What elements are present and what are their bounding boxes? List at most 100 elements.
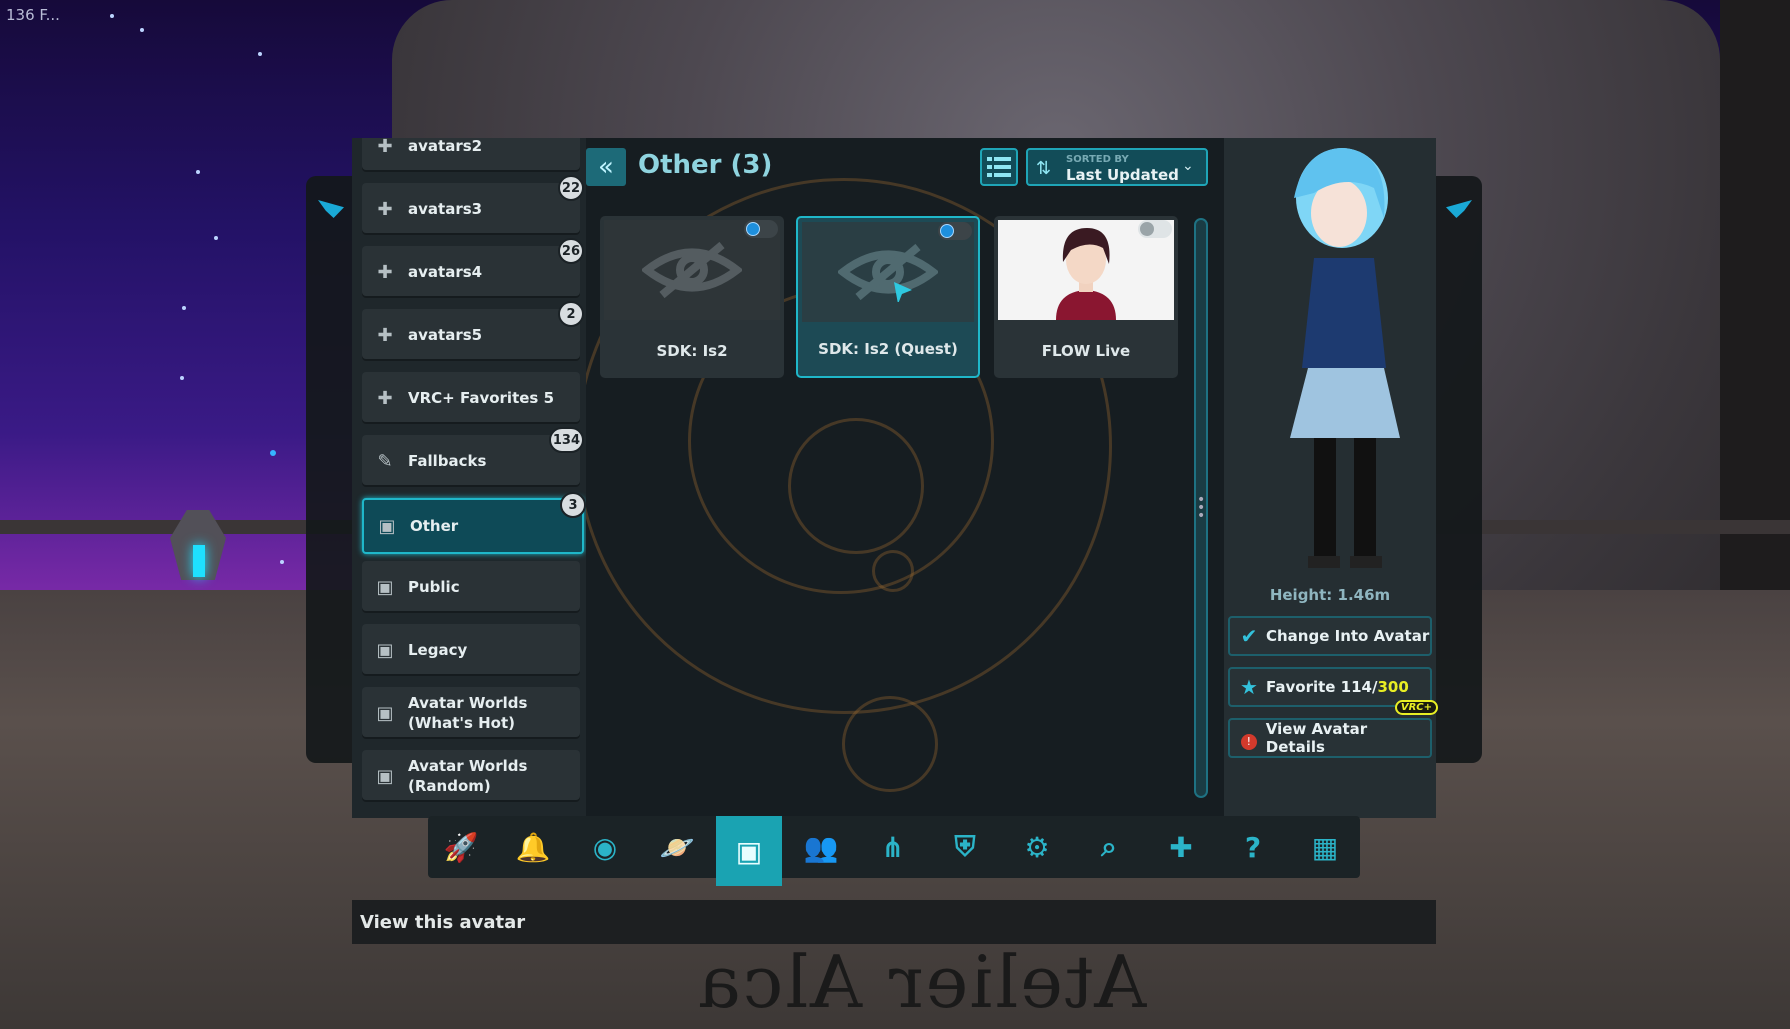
chat-plus-icon: ✚: [377, 198, 393, 220]
change-into-avatar-label: Change Into Avatar: [1266, 627, 1430, 645]
star: [280, 560, 284, 564]
social-icon: 👥: [803, 830, 839, 864]
world-logo: Atelier Alca: [696, 940, 1147, 1024]
gallery-icon: ▦: [1311, 830, 1339, 864]
nav-button[interactable]: 🔔: [500, 816, 566, 878]
star: [196, 170, 200, 174]
search-icon: ⌕: [1101, 830, 1117, 863]
sidebar-item-label: Avatar Worlds: [408, 757, 528, 775]
star: [140, 28, 144, 32]
sort-dropdown[interactable]: ⇅ SORTED BY Last Updated ⌄: [1026, 148, 1208, 186]
help-icon: ?: [1244, 830, 1262, 864]
star: [270, 450, 276, 456]
bell-icon: 🔔: [515, 830, 551, 864]
sidebar-item-label: Public: [408, 578, 460, 596]
nav-button[interactable]: ▣: [716, 816, 782, 886]
avatar-height: Height: 1.46m: [1269, 586, 1391, 604]
decorative-circle: [842, 696, 938, 792]
sidebar-item-label: avatars3: [408, 200, 483, 218]
decorative-circle: [788, 418, 924, 554]
sort-icon: ⇅: [1036, 158, 1052, 179]
chat-plus-icon: ✚: [377, 261, 393, 283]
safety-shield-icon: ⛨: [954, 830, 976, 863]
feather-icon: ✎: [377, 450, 393, 472]
star: [180, 376, 184, 380]
nav-button[interactable]: 🚀: [428, 816, 494, 878]
toggle[interactable]: [1138, 220, 1172, 238]
chat-plus-icon: ✚: [377, 324, 393, 346]
card-label: SDK: Is2 (Quest): [818, 340, 958, 358]
count-badge: 22: [557, 175, 584, 201]
sidebar-item-label: Legacy: [408, 641, 468, 659]
sidebar-item-label: Other: [410, 517, 459, 535]
resize-handle[interactable]: • • •: [1197, 493, 1205, 523]
sidebar-item-label: Avatar Worlds: [408, 694, 528, 712]
sidebar-item[interactable]: ▣ Legacy: [362, 624, 580, 676]
avatar-card[interactable]: SDK: Is2: [600, 216, 784, 378]
rocket-icon: 🚀: [443, 830, 479, 864]
sidebar-item[interactable]: ✚ avatars2: [362, 138, 580, 172]
nav-button[interactable]: ⋔: [860, 816, 926, 878]
vrc-plus-badge: VRC+: [1394, 700, 1438, 715]
sidebar-item[interactable]: ✚ avatars4 26: [362, 238, 584, 298]
count-badge: 3: [560, 492, 586, 518]
sidebar-item[interactable]: ✚ avatars3 22: [362, 175, 584, 235]
sidebar-item[interactable]: ▣ Public: [362, 561, 580, 613]
count-badge: 26: [557, 238, 584, 264]
nav-button[interactable]: ⚙: [1004, 816, 1070, 878]
favorite-label: Favorite 114/: [1266, 678, 1378, 696]
sidebar-item[interactable]: ▣ Avatar Worlds (Random): [362, 750, 580, 802]
favorite-button[interactable]: ★ Favorite 114/300 VRC+: [1228, 667, 1438, 715]
nav-button[interactable]: 🪐: [644, 816, 710, 878]
nav-button[interactable]: ?: [1220, 816, 1286, 878]
count-badge: 134: [548, 427, 584, 453]
sidebar-item[interactable]: ✚ avatars5 2: [362, 301, 584, 361]
avatar-card-icon: ▣: [376, 702, 394, 724]
planet-icon: 🪐: [659, 830, 695, 864]
list-view-button[interactable]: [980, 148, 1018, 186]
avatar-card[interactable]: FLOW Live: [994, 216, 1178, 378]
sidebar-item-label: VRC+ Favorites 5: [408, 389, 555, 407]
avatars-icon: ▣: [735, 834, 763, 868]
nav-button[interactable]: ◉: [572, 816, 638, 878]
star: [110, 14, 114, 18]
avatar-preview: [1290, 148, 1400, 568]
toggle[interactable]: [938, 222, 972, 240]
sidebar-item[interactable]: ▣ Other 3: [362, 492, 586, 554]
nav-button[interactable]: ✚: [1148, 816, 1214, 878]
sidebar-item[interactable]: ✎ Fallbacks 134: [362, 427, 584, 487]
avatar-card-icon: ▣: [376, 765, 394, 787]
sidebar-item-label-secondary: (Random): [408, 777, 491, 795]
avatar-portrait: [1056, 228, 1116, 320]
nav-button[interactable]: ⌕: [1076, 816, 1142, 878]
nav-button[interactable]: ⛨: [932, 816, 998, 878]
checkmark-icon: ✔: [1240, 624, 1258, 648]
avatar-card-icon: ▣: [376, 576, 394, 598]
sidebar-item[interactable]: ✚ VRC+ Favorites 5: [362, 372, 580, 424]
change-into-avatar-button[interactable]: ✔ Change Into Avatar: [1228, 616, 1432, 656]
lamp-light: [193, 545, 205, 577]
tooltip-text: View this avatar: [360, 912, 526, 933]
star: [182, 306, 186, 310]
profile-icon: ◉: [592, 830, 618, 864]
star: [214, 236, 218, 240]
card-label: FLOW Live: [1041, 342, 1131, 360]
avatar-card[interactable]: SDK: Is2 (Quest): [796, 216, 980, 378]
star: [258, 52, 262, 56]
view-avatar-details-button[interactable]: ! View Avatar Details: [1228, 718, 1432, 758]
sidebar-item[interactable]: ▣ Avatar Worlds (What's Hot): [362, 687, 580, 739]
settings-gear-icon: ⚙: [1024, 830, 1050, 864]
nav-button[interactable]: 👥: [788, 816, 854, 878]
chat-add-icon: ✚: [1169, 830, 1193, 864]
count-badge: 2: [558, 301, 584, 327]
chat-plus-icon: ✚: [377, 138, 393, 157]
sidebar-item-label: avatars4: [408, 263, 483, 281]
avatar-card-icon: ▣: [376, 639, 394, 661]
toggle[interactable]: [744, 220, 778, 238]
avatar-preview-panel: [1224, 138, 1436, 818]
sidebar-item-label-secondary: (What's Hot): [408, 714, 515, 732]
favorites-sidebar[interactable]: ✚ avatars2 ✚ avatars3 22 ✚ avatars4 26 ✚ avatars5…: [352, 138, 586, 818]
nav-button[interactable]: ▦: [1292, 816, 1358, 878]
back-button[interactable]: «: [586, 148, 626, 186]
decorative-circle: [872, 550, 914, 592]
